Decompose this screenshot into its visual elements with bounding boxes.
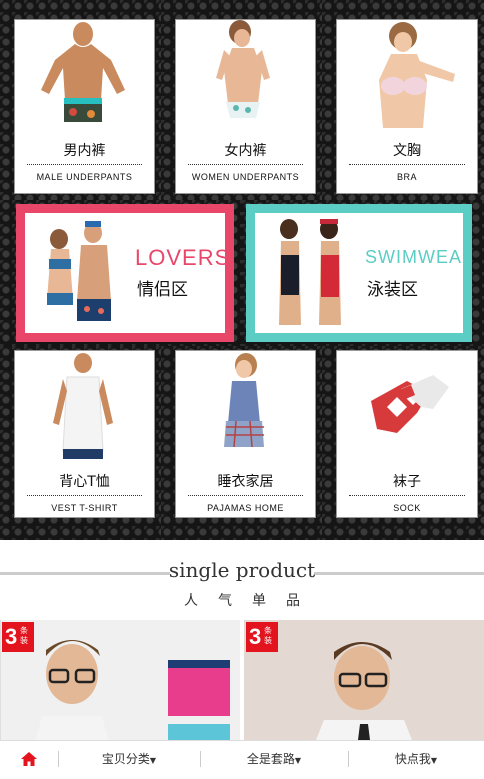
category-zh: 袜子 xyxy=(393,474,421,490)
banner-swimwear[interactable]: SWIMWEAR 泳装区 xyxy=(242,200,484,346)
pack-badge: 3 条装 xyxy=(246,622,278,652)
badge-text: 条装 xyxy=(20,626,28,645)
couple-image xyxy=(47,221,111,321)
nav-routines[interactable]: 全是套路▼ xyxy=(200,741,348,777)
category-card: 女内裤 WOMEN UNDERPANTS xyxy=(175,19,316,194)
section-title: single product xyxy=(168,558,316,582)
bottom-nav: 宝贝分类▼ 全是套路▼ 快点我▼ xyxy=(0,740,484,777)
banner-lovers-frame: LOVERS 情侣区 xyxy=(16,204,234,342)
single-product-header: single product 人气单品 xyxy=(0,540,484,620)
category-zh: 文胸 xyxy=(393,143,421,159)
category-en: PAJAMAS HOME xyxy=(207,503,284,513)
category-zh: 男内裤 xyxy=(63,143,106,159)
swimwear-models-image xyxy=(279,219,341,325)
category-zh: 背心T恤 xyxy=(59,474,110,490)
nav-category[interactable]: 宝贝分类▼ xyxy=(58,741,200,777)
bra-image xyxy=(337,20,477,128)
category-tile-sock[interactable]: 袜子 SOCK xyxy=(322,346,484,540)
product-image xyxy=(244,620,484,740)
badge-number: 3 xyxy=(249,624,262,649)
banner-en: LOVERS xyxy=(135,245,231,270)
badge-number: 3 xyxy=(5,624,18,649)
female-underwear-image xyxy=(176,20,315,128)
nav-label: 宝贝分类 xyxy=(101,752,150,766)
category-zh: 女内裤 xyxy=(224,143,267,159)
male-underwear-image xyxy=(15,20,154,128)
category-tile-pajamas-home[interactable]: 睡衣家居 PAJAMAS HOME xyxy=(161,346,322,540)
category-card: 文胸 BRA xyxy=(336,19,478,194)
category-card: 男内裤 MALE UNDERPANTS xyxy=(14,19,155,194)
section-subtitle: 人气单品 xyxy=(184,593,320,609)
nav-label: 全是套路 xyxy=(246,752,295,766)
nav-home[interactable] xyxy=(0,741,58,777)
product-card[interactable]: 3 条装 xyxy=(244,620,484,740)
banner-zh: 情侣区 xyxy=(137,280,188,300)
category-card: 睡衣家居 PAJAMAS HOME xyxy=(175,350,316,518)
category-zh: 睡衣家居 xyxy=(217,474,274,490)
divider xyxy=(188,495,303,496)
category-en: MALE UNDERPANTS xyxy=(36,172,133,182)
banner-en: SWIMWEAR xyxy=(365,247,472,267)
banner-swimwear-frame: SWIMWEAR 泳装区 xyxy=(246,204,472,342)
vest-image xyxy=(15,351,154,459)
category-tile-vest-tshirt[interactable]: 背心T恤 VEST T-SHIRT xyxy=(0,346,161,540)
category-card: 背心T恤 VEST T-SHIRT xyxy=(14,350,155,518)
caret-down-icon: ▼ xyxy=(149,756,157,765)
nav-label: 快点我 xyxy=(394,752,431,766)
category-en: WOMEN UNDERPANTS xyxy=(191,172,300,182)
category-en: SOCK xyxy=(393,503,421,513)
socks-image xyxy=(337,351,477,459)
banner-zh: 泳装区 xyxy=(367,280,418,300)
caret-down-icon: ▼ xyxy=(430,756,438,765)
category-card: 袜子 SOCK xyxy=(336,350,478,518)
badge-text: 条装 xyxy=(264,626,272,645)
divider xyxy=(188,164,303,165)
category-tile-bra[interactable]: 文胸 BRA xyxy=(322,0,484,200)
home-icon xyxy=(21,752,37,766)
pajama-image xyxy=(176,351,315,459)
divider xyxy=(27,495,142,496)
product-card[interactable]: 3 条装 xyxy=(0,620,240,740)
category-tile-women-underpants[interactable]: 女内裤 WOMEN UNDERPANTS xyxy=(161,0,322,200)
product-image xyxy=(0,620,240,740)
divider xyxy=(27,164,142,165)
category-en: BRA xyxy=(396,172,417,182)
divider xyxy=(349,164,465,165)
category-en: VEST T-SHIRT xyxy=(51,503,118,513)
category-tile-male-underpants[interactable]: 男内裤 MALE UNDERPANTS xyxy=(0,0,161,200)
banner-lovers[interactable]: LOVERS 情侣区 xyxy=(0,200,242,346)
pack-badge: 3 条装 xyxy=(2,622,34,652)
caret-down-icon: ▼ xyxy=(294,756,302,765)
nav-click-me[interactable]: 快点我▼ xyxy=(348,741,484,777)
divider xyxy=(349,495,465,496)
